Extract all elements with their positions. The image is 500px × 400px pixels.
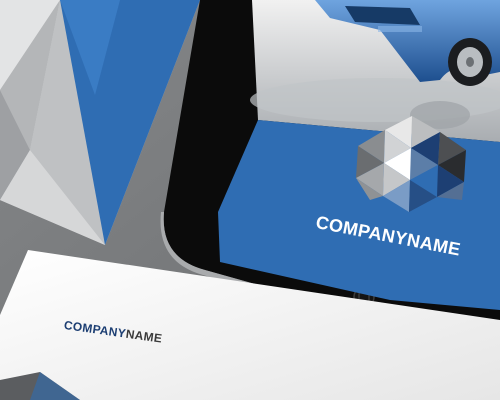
tablet-screen bbox=[218, 0, 500, 310]
mockup-scene bbox=[0, 0, 500, 400]
